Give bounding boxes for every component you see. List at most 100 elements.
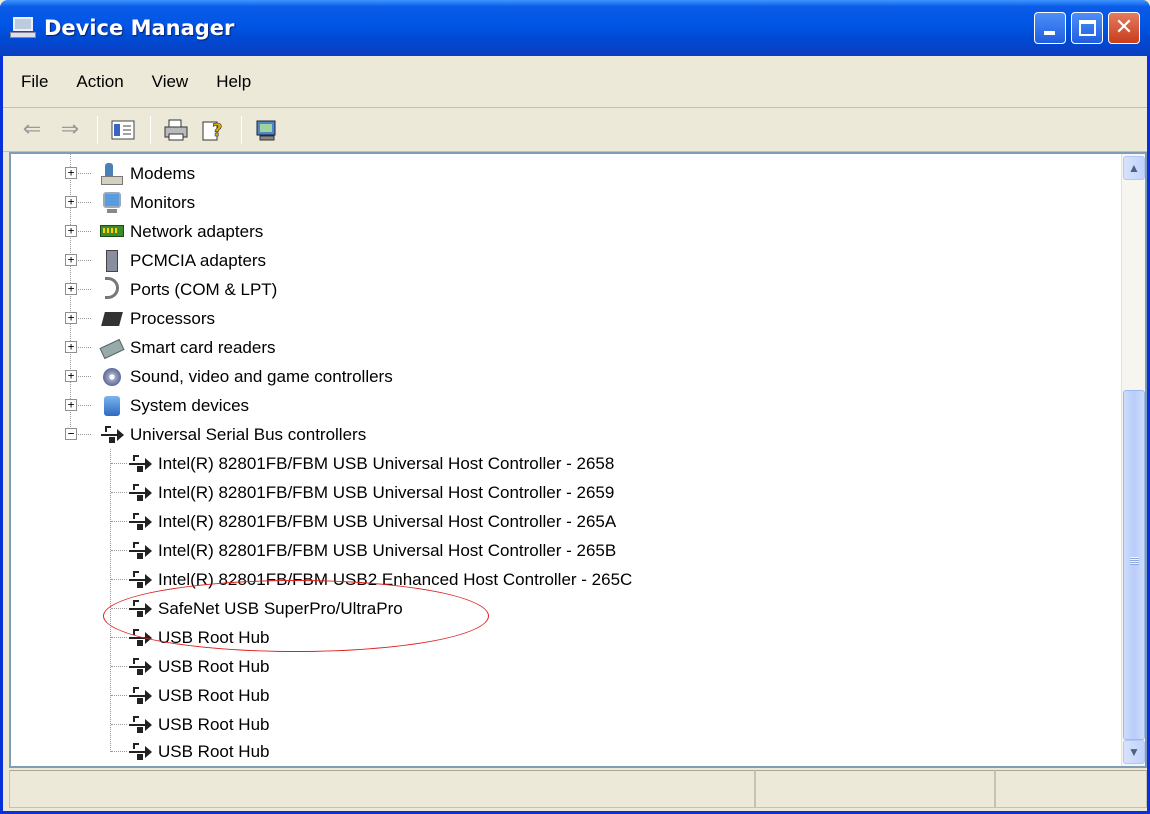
usb-device-row[interactable]: Intel(R) 82801FB/FBM USB Universal Host … (111, 507, 616, 536)
expand-icon[interactable]: + (65, 196, 77, 208)
tree-item-ports[interactable]: + Ports (COM & LPT) (65, 275, 277, 304)
highlight-ellipse (103, 580, 489, 652)
usb-device-label: USB Root Hub (158, 656, 270, 676)
show-hide-tree-button[interactable] (108, 115, 138, 145)
usb-device-row[interactable]: USB Root Hub (111, 681, 270, 710)
usb-device-label: Intel(R) 82801FB/FBM USB Universal Host … (158, 540, 617, 560)
pcmcia-icon (99, 248, 125, 274)
tree-item-sound-video-game[interactable]: + Sound, video and game controllers (65, 362, 393, 391)
usb-icon (99, 422, 125, 448)
vertical-scrollbar[interactable]: ▲ ▼ (1121, 154, 1145, 766)
tree-item-label: Processors (130, 308, 216, 328)
window-title: Device Manager (44, 16, 235, 40)
usb-icon (127, 509, 153, 535)
status-bar (9, 770, 1147, 810)
usb-icon (127, 538, 153, 564)
expand-icon[interactable]: + (65, 370, 77, 382)
smart-card-icon (99, 335, 125, 361)
device-manager-icon (10, 15, 38, 41)
help-icon: ? (202, 119, 223, 141)
usb-icon (127, 654, 153, 680)
tree-item-label: Smart card readers (130, 337, 276, 357)
title-bar[interactable]: Device Manager ✕ (0, 0, 1150, 56)
usb-device-label: Intel(R) 82801FB/FBM USB Universal Host … (158, 453, 615, 473)
scan-hardware-button[interactable] (252, 115, 282, 145)
tree-item-usb-controllers[interactable]: − Universal Serial Bus controllers (65, 420, 366, 449)
monitor-icon (99, 190, 125, 216)
sound-icon (99, 364, 125, 390)
usb-device-label: USB Root Hub (158, 685, 270, 705)
tree-item-label: Network adapters (130, 221, 264, 241)
print-icon (164, 119, 188, 140)
tree-item-modems[interactable]: + Modems (65, 159, 195, 188)
status-cell (755, 770, 995, 808)
tree-item-processors[interactable]: + Processors (65, 304, 215, 333)
usb-device-label: Intel(R) 82801FB/FBM USB Universal Host … (158, 511, 617, 531)
device-tree-panel: + Modems + Monitors + Network adapters + (9, 152, 1147, 768)
usb-icon (127, 683, 153, 709)
expand-icon[interactable]: + (65, 341, 77, 353)
tree-item-label: Ports (COM & LPT) (130, 279, 278, 299)
usb-device-row[interactable]: Intel(R) 82801FB/FBM USB Universal Host … (111, 478, 614, 507)
tree-item-smart-card-readers[interactable]: + Smart card readers (65, 333, 276, 362)
status-cell (995, 770, 1147, 808)
port-icon (99, 276, 125, 303)
back-arrow-icon: ⇐ (22, 117, 42, 142)
expand-icon[interactable]: + (65, 167, 77, 179)
tree-item-monitors[interactable]: + Monitors (65, 188, 195, 217)
usb-icon (127, 480, 153, 506)
tree-item-label: Sound, video and game controllers (130, 366, 393, 386)
usb-device-row[interactable]: USB Root Hub (111, 652, 270, 681)
tree-item-system-devices[interactable]: + System devices (65, 391, 249, 420)
expand-icon[interactable]: + (65, 283, 77, 295)
usb-device-row[interactable]: Intel(R) 82801FB/FBM USB Universal Host … (111, 536, 616, 565)
processor-icon (99, 306, 125, 332)
device-manager-window: Device Manager ✕ File Action View Help ⇐… (0, 0, 1150, 814)
usb-device-row[interactable]: USB Root Hub (111, 737, 270, 766)
expand-icon[interactable]: + (65, 254, 77, 266)
properties-icon (111, 120, 135, 139)
expand-icon[interactable]: + (65, 225, 77, 237)
usb-device-row[interactable]: USB Root Hub (111, 710, 270, 739)
scroll-up-button[interactable]: ▲ (1123, 156, 1145, 180)
expand-icon[interactable]: + (65, 312, 77, 324)
scroll-down-button[interactable]: ▼ (1123, 740, 1145, 764)
minimize-icon (1044, 31, 1055, 35)
usb-icon (127, 739, 153, 765)
toolbar-separator (97, 115, 98, 144)
tree-item-label: System devices (130, 395, 250, 415)
menu-help[interactable]: Help (202, 72, 265, 92)
usb-icon (127, 567, 153, 593)
help-button[interactable]: ? (199, 115, 229, 145)
usb-device-row[interactable]: Intel(R) 82801FB/FBM USB Universal Host … (111, 449, 614, 478)
maximize-button[interactable] (1071, 12, 1103, 44)
menu-view[interactable]: View (138, 72, 203, 92)
tree-item-pcmcia-adapters[interactable]: + PCMCIA adapters (65, 246, 266, 275)
modem-icon (99, 161, 125, 187)
network-adapter-icon (99, 219, 125, 245)
minimize-button[interactable] (1034, 12, 1066, 44)
back-button[interactable]: ⇐ (17, 115, 47, 145)
tree-item-label: Monitors (130, 192, 196, 212)
expand-icon[interactable]: + (65, 399, 77, 411)
grip-icon (1130, 557, 1139, 565)
chevron-up-icon: ▲ (1128, 161, 1140, 175)
print-button[interactable] (161, 115, 191, 145)
chevron-down-icon: ▼ (1128, 745, 1140, 759)
collapse-icon[interactable]: − (65, 428, 77, 440)
menu-file[interactable]: File (7, 72, 62, 92)
forward-button[interactable]: ⇒ (55, 115, 85, 145)
usb-device-label: USB Root Hub (158, 741, 270, 761)
svg-text:?: ? (212, 120, 222, 141)
scrollbar-thumb[interactable] (1123, 390, 1145, 740)
usb-device-label: Intel(R) 82801FB/FBM USB Universal Host … (158, 482, 615, 502)
toolbar: ⇐ ⇒ ? (3, 108, 1147, 152)
menu-action[interactable]: Action (62, 72, 137, 92)
tree-item-label: PCMCIA adapters (130, 250, 267, 270)
tree-item-label: Universal Serial Bus controllers (130, 424, 367, 444)
close-button[interactable]: ✕ (1108, 12, 1140, 44)
tree-item-network-adapters[interactable]: + Network adapters (65, 217, 263, 246)
forward-arrow-icon: ⇒ (60, 117, 80, 142)
device-tree: + Modems + Monitors + Network adapters + (11, 154, 1121, 766)
close-icon: ✕ (1114, 15, 1134, 40)
